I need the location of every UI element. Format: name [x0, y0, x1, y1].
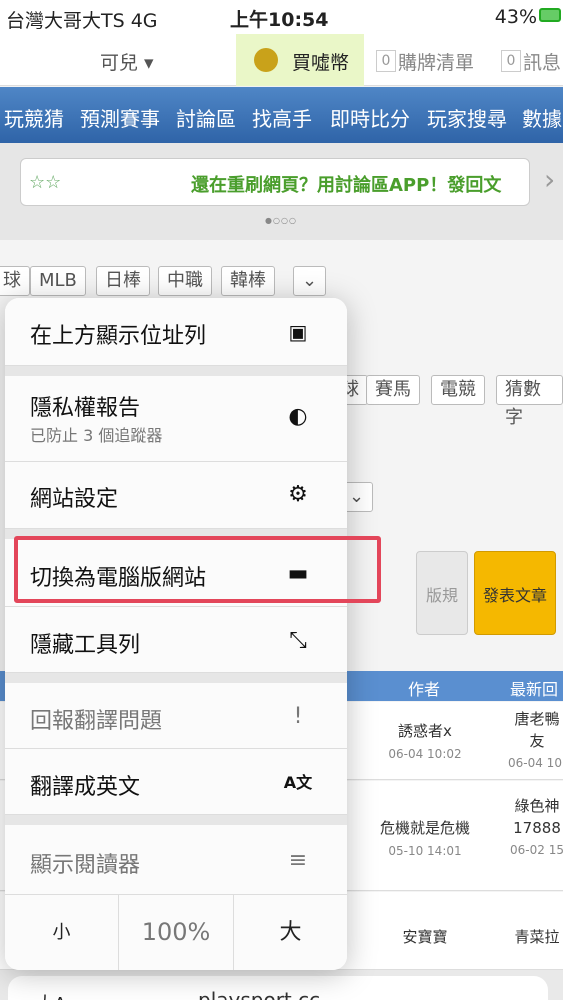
menu-item-report-translation[interactable]: 回報翻譯問題 ! — [5, 683, 347, 749]
nav-item-live-score[interactable]: 即時比分 — [330, 103, 410, 132]
address-bar-top-icon: ▣ — [288, 320, 308, 344]
header-latest: 最新回 — [510, 680, 559, 699]
menu-item-translate-english[interactable]: 翻譯成英文 A文 — [5, 749, 347, 815]
shield-icon: ◐ — [288, 404, 308, 429]
nav-item-data[interactable]: 數據 — [522, 103, 562, 132]
promo-banner[interactable]: ☆☆ 還在重刷網頁？用討論區APP！發回文 — [20, 158, 530, 206]
menu-item-address-bar-top[interactable]: 在上方顯示位址列 ▣ — [5, 298, 347, 366]
menu-item-hide-toolbar[interactable]: 隱藏工具列 ⤡ — [5, 607, 347, 673]
translate-icon: A文 — [283, 773, 313, 792]
user-bar: 可兒 ▾ 買噓幣 0 購牌清單 0 訊息 — [0, 34, 563, 86]
nav-item-predict[interactable]: 預測賽事 — [80, 103, 160, 132]
url-field[interactable]: 大A playsport.cc — [8, 976, 548, 1000]
row-latest[interactable]: 綠色神 17888 06-02 15 — [502, 795, 563, 861]
nav-item-forum[interactable]: 討論區 — [176, 103, 236, 132]
chip-esports[interactable]: 電競 — [431, 375, 485, 405]
banner-stars: ☆☆ — [29, 172, 62, 193]
nav-item-guess[interactable]: 玩競猜 — [4, 103, 64, 132]
row-author[interactable]: 誘惑者x 06-04 10:02 — [350, 720, 500, 761]
post-article-button[interactable]: 發表文章 — [474, 551, 556, 635]
menu-item-show-reader[interactable]: 顯示閱讀器 ≡ — [5, 825, 347, 895]
address-bar: 大A playsport.cc — [0, 970, 563, 1000]
carrier-label: 台灣大哥大TS 4G — [6, 10, 158, 32]
buy-coin-label: 買噓幣 — [292, 52, 350, 74]
zoom-in-button[interactable]: 大 — [234, 895, 347, 970]
chevron-down-icon[interactable]: ⌄ — [293, 266, 327, 296]
menu-item-site-settings[interactable]: 網站設定 ⚙ — [5, 462, 347, 529]
zoom-out-button[interactable]: 小 — [5, 895, 118, 970]
coin-icon — [254, 48, 278, 72]
row-latest[interactable]: 唐老鴨 友 06-04 10: — [502, 708, 563, 774]
clock: 上午10:54 — [230, 9, 329, 31]
status-bar: 台灣大哥大TS 4G 上午10:54 43% — [0, 0, 563, 34]
main-nav: 玩競猜 預測賽事 討論區 找高手 即時比分 玩家搜尋 數據 — [0, 87, 563, 143]
chevron-right-icon[interactable]: › — [544, 163, 555, 196]
page-settings-menu: 在上方顯示位址列 ▣ 隱私權報告 已防止 3 個追蹤器 ◐ 網站設定 ⚙ 切換為… — [5, 298, 347, 970]
cart-count: 0 — [376, 50, 396, 72]
zoom-level: 100% — [141, 918, 211, 946]
expand-arrows-icon: ⤡ — [289, 628, 307, 653]
chip-cpbl[interactable]: 中職 — [158, 266, 212, 296]
user-menu[interactable]: 可兒 ▾ — [100, 48, 154, 75]
cart-link[interactable]: 購牌清單 — [398, 48, 474, 75]
banner-area: ☆☆ 還在重刷網頁？用討論區APP！發回文 › ●○○○ — [0, 143, 563, 240]
message-count: 0 — [501, 50, 521, 72]
menu-item-privacy-report[interactable]: 隱私權報告 已防止 3 個追蹤器 ◐ — [5, 376, 347, 462]
url-text: playsport.cc — [198, 988, 321, 1000]
zoom-controls: 小 100% 大 — [5, 895, 347, 970]
chip-horse[interactable]: 賽馬 — [366, 375, 420, 405]
banner-text: 還在重刷網頁？用討論區APP！發回文 — [191, 175, 502, 196]
reader-icon: ≡ — [288, 848, 308, 873]
nav-item-player-search[interactable]: 玩家搜尋 — [427, 103, 507, 132]
chip-kbo[interactable]: 韓棒 — [221, 266, 275, 296]
row-latest[interactable]: 青菜拉 — [502, 926, 563, 948]
chip-ball[interactable]: 球 — [0, 266, 30, 296]
message-link[interactable]: 訊息 — [523, 48, 561, 75]
buy-coin-button[interactable]: 買噓幣 — [236, 34, 364, 86]
chip-mlb[interactable]: MLB — [30, 266, 86, 296]
carousel-dots: ●○○○ — [265, 216, 297, 225]
reader-settings-button[interactable]: 大A — [36, 990, 66, 1000]
header-author: 作者 — [408, 680, 441, 699]
row-author[interactable]: 危機就是危機 05-10 14:01 — [350, 817, 500, 858]
battery-icon — [539, 8, 561, 22]
highlight-box — [14, 536, 381, 603]
row-author[interactable]: 安寶寶 — [350, 926, 500, 947]
report-bubble-icon: ! — [293, 704, 303, 729]
chip-npb[interactable]: 日棒 — [96, 266, 150, 296]
rules-button[interactable]: 版規 — [416, 551, 468, 635]
nav-item-experts[interactable]: 找高手 — [252, 103, 312, 132]
battery-percent: 43% — [494, 6, 537, 28]
chip-number-guess[interactable]: 猜數字 — [496, 375, 563, 428]
gear-icon: ⚙ — [288, 482, 308, 507]
